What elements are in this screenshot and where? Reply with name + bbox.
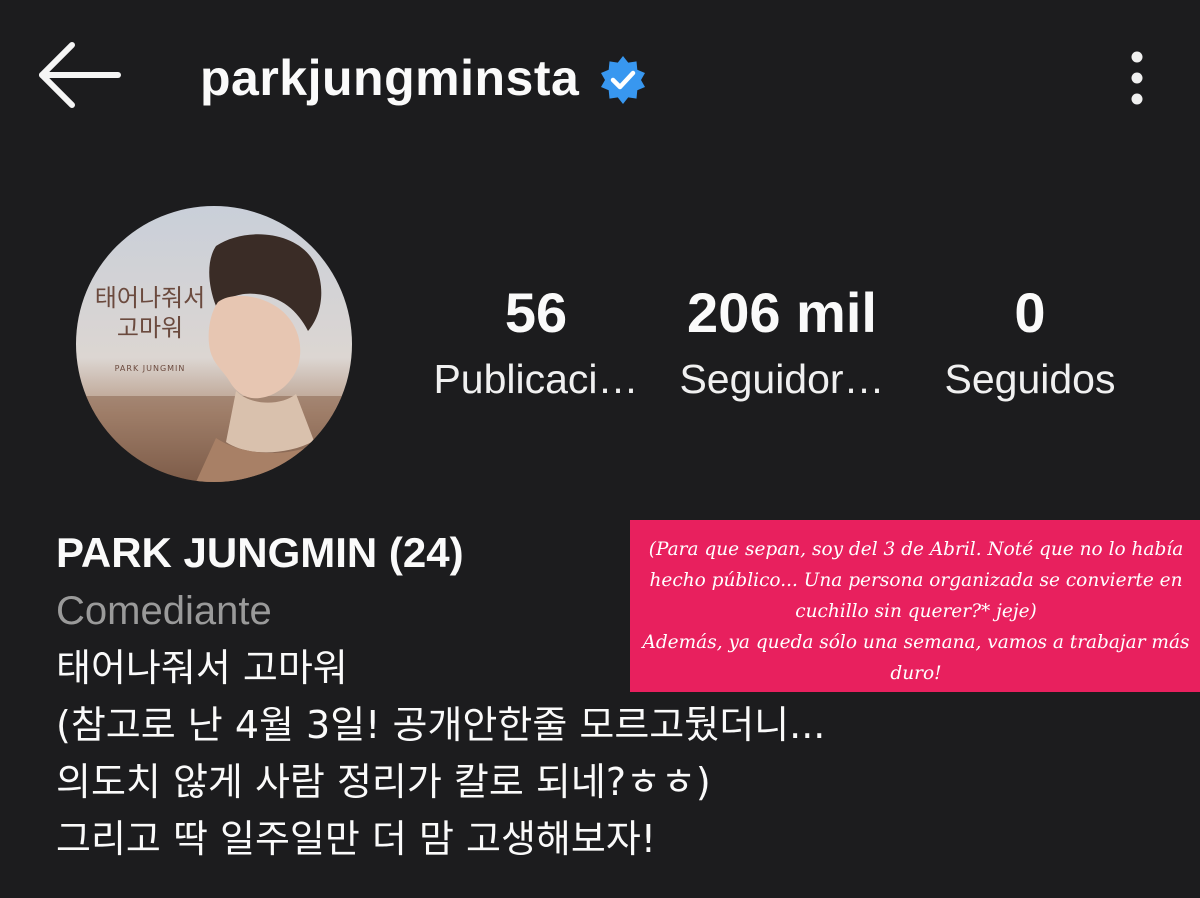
bio-line-3: 의도치 않게 사람 정리가 칼로 되네?ㅎㅎ) (56, 760, 711, 804)
stat-followers-label: Seguidor… (679, 356, 885, 402)
cover-title-line2: 고마워 (117, 314, 183, 342)
bio-line-2: (참고로 난 4월 3일! 공개안한줄 모르고뒀더니... (56, 703, 826, 747)
username-block: parkjungminsta (200, 48, 647, 108)
cover-artist: PARK JUNGMIN (115, 364, 186, 373)
cover-title-line1: 태어나줘서 (95, 284, 205, 312)
profile-avatar[interactable]: 태어나줘서 고마워 PARK JUNGMIN (76, 206, 352, 482)
stat-posts-label: Publicaci… (433, 356, 639, 402)
username: parkjungminsta (200, 50, 580, 106)
more-options-button[interactable] (1112, 48, 1162, 108)
more-vertical-icon (1131, 51, 1143, 105)
stat-following-count: 0 (1014, 281, 1046, 344)
back-button[interactable] (36, 40, 126, 110)
stat-followers-count: 206 mil (687, 281, 877, 344)
translation-note-paragraph-1: (Para que sepan, soy del 3 de Abril. Not… (648, 539, 1184, 622)
bio-line-4: 그리고 딱 일주일만 더 맘 고생해보자! (56, 817, 657, 861)
stat-posts[interactable]: 56 Publicaci… (425, 280, 647, 406)
translation-note-paragraph-2: Además, ya queda sólo una semana, vamos … (642, 632, 1190, 684)
stat-posts-count: 56 (504, 281, 568, 344)
stat-following-label: Seguidos (944, 356, 1116, 402)
stat-following[interactable]: 0 Seguidos (930, 280, 1130, 406)
album-cover-image: 태어나줘서 고마워 PARK JUNGMIN (76, 206, 352, 482)
stat-followers[interactable]: 206 mil Seguidor… (672, 280, 892, 406)
verified-badge-icon (601, 56, 646, 104)
profile-header: parkjungminsta (0, 0, 1200, 150)
translation-note: (Para que sepan, soy del 3 de Abril. Not… (630, 520, 1200, 692)
arrow-left-icon (39, 42, 121, 108)
